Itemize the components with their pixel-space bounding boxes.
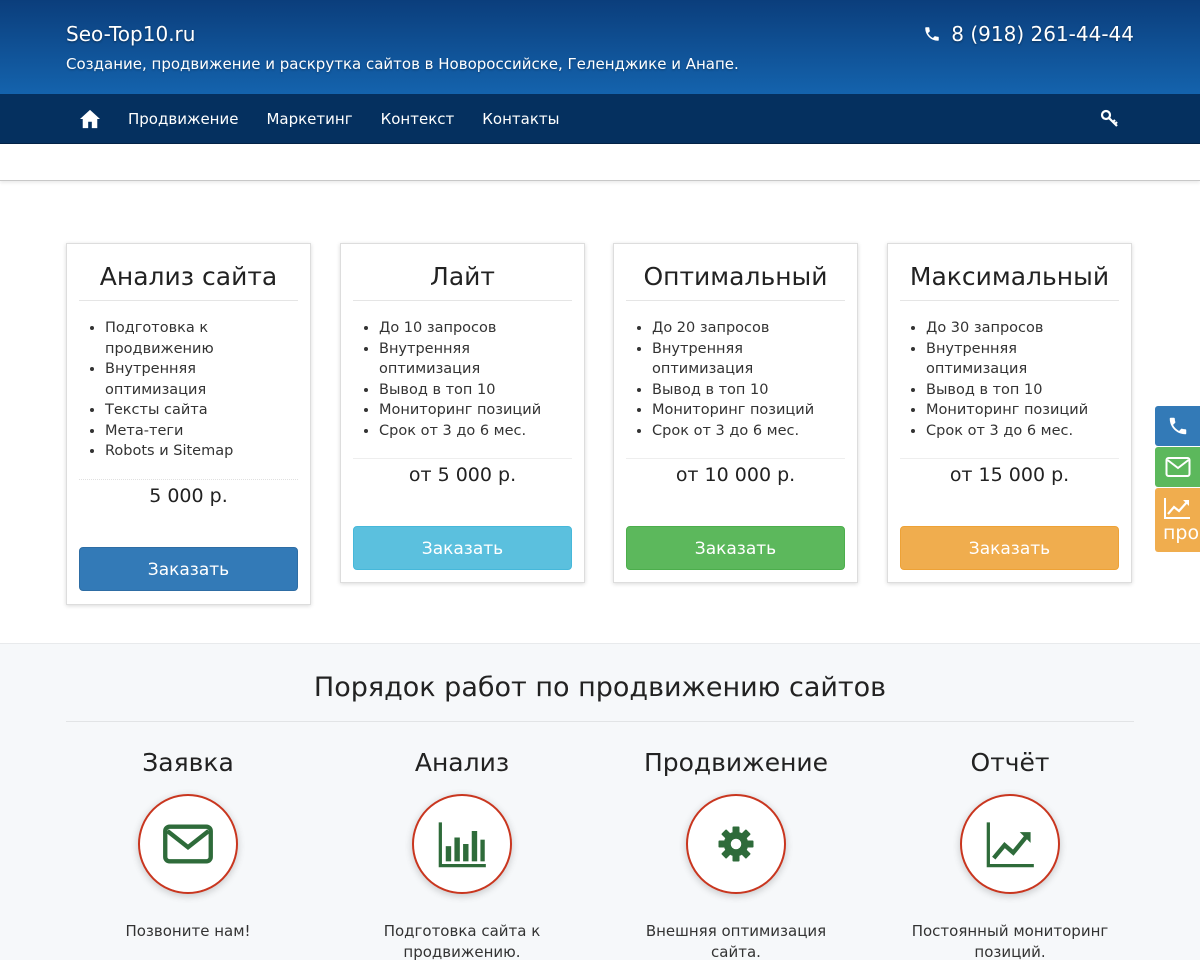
step-icon-circle	[412, 794, 512, 894]
list-item: Подготовка к продвижению	[105, 318, 298, 359]
plan-features: До 10 запросов Внутренняя оптимизация Вы…	[379, 318, 572, 441]
envelope-icon	[163, 824, 213, 864]
phone-icon	[925, 27, 940, 41]
plan-card-analysis: Анализ сайта Подготовка к продвижению Вн…	[66, 243, 311, 605]
step-title: Продвижение	[643, 748, 829, 777]
process-section: Порядок работ по продвижению сайтов Заяв…	[0, 643, 1200, 960]
step-analysis: Анализ Подготовка сайта к продвижению.	[332, 748, 592, 960]
plan-features: До 30 запросов Внутренняя оптимизация Вы…	[926, 318, 1119, 441]
list-item: Срок от 3 до 6 мес.	[926, 421, 1119, 442]
bar-chart-icon	[438, 822, 486, 868]
nav-item-context[interactable]: Контекст	[367, 94, 469, 144]
list-item: До 10 запросов	[379, 318, 572, 339]
step-promotion: Продвижение Внешняя оптимизация сайта.	[606, 748, 866, 960]
plan-card-lite: Лайт До 10 запросов Внутренняя оптимизац…	[340, 243, 585, 583]
promotion-widget[interactable]: продвижение	[1155, 488, 1200, 552]
plan-price: от 15 000 р.	[900, 458, 1119, 486]
plan-title: Оптимальный	[626, 244, 845, 301]
step-title: Заявка	[142, 748, 234, 777]
phone-number[interactable]: 8 (918) 261-44-44	[951, 22, 1134, 46]
list-item: Внутренняя оптимизация	[105, 359, 298, 400]
list-item: Мета-теги	[105, 421, 298, 442]
plan-price: от 5 000 р.	[353, 458, 572, 486]
plan-title: Максимальный	[900, 244, 1119, 301]
nav-item-contacts[interactable]: Контакты	[468, 94, 573, 144]
list-item: Срок от 3 до 6 мес.	[379, 421, 572, 442]
list-item: Тексты сайта	[105, 400, 298, 421]
step-text: Подготовка сайта к продвижению.	[383, 922, 541, 960]
plan-price: от 10 000 р.	[626, 458, 845, 486]
list-item: Мониторинг позиций	[652, 400, 845, 421]
step-request: Заявка Позвоните нам!	[58, 748, 318, 942]
line-chart-icon	[986, 822, 1034, 868]
list-item: Мониторинг позиций	[379, 400, 572, 421]
plan-features: Подготовка к продвижению Внутренняя опти…	[105, 318, 298, 462]
list-item: Срок от 3 до 6 мес.	[652, 421, 845, 442]
main-nav: Продвижение Маркетинг Контекст Контакты	[0, 94, 1200, 144]
step-title: Отчёт	[970, 748, 1050, 777]
site-tagline: Создание, продвижение и раскрутка сайтов…	[66, 55, 739, 73]
list-item: Внутренняя оптимизация	[926, 339, 1119, 380]
phone-icon	[1169, 417, 1186, 435]
step-text: Постоянный мониторинг позиций.	[911, 922, 1109, 960]
list-item: Вывод в топ 10	[379, 380, 572, 401]
step-text: Внешняя оптимизация сайта.	[645, 922, 827, 960]
sub-bar	[0, 144, 1200, 181]
side-widgets: продвижение	[1155, 406, 1200, 552]
plan-card-optimal: Оптимальный До 20 запросов Внутренняя оп…	[613, 243, 858, 583]
order-button[interactable]: Заказать	[353, 526, 572, 570]
step-report: Отчёт Постоянный мониторинг позиций.	[880, 748, 1140, 960]
step-title: Анализ	[414, 748, 510, 777]
list-item: Robots и Sitemap	[105, 441, 298, 462]
order-button[interactable]: Заказать	[900, 526, 1119, 570]
list-item: Внутренняя оптимизация	[379, 339, 572, 380]
nav-item-marketing[interactable]: Маркетинг	[252, 94, 366, 144]
pricing-cards: Анализ сайта Подготовка к продвижению Вн…	[66, 243, 1134, 605]
divider	[66, 721, 1134, 722]
step-text: Позвоните нам!	[125, 922, 251, 940]
list-item: Вывод в топ 10	[652, 380, 845, 401]
step-icon-circle	[686, 794, 786, 894]
plan-features: До 20 запросов Внутренняя оптимизация Вы…	[652, 318, 845, 441]
plan-card-maximal: Максимальный До 30 запросов Внутренняя о…	[887, 243, 1132, 583]
email-widget[interactable]	[1155, 447, 1200, 487]
home-link[interactable]	[66, 94, 114, 144]
order-button[interactable]: Заказать	[626, 526, 845, 570]
list-item: Мониторинг позиций	[926, 400, 1119, 421]
home-icon	[80, 109, 100, 128]
section-title: Порядок работ по продвижению сайтов	[313, 672, 887, 703]
nav-item-promotion[interactable]: Продвижение	[114, 94, 252, 144]
plan-price: 5 000 р.	[79, 478, 298, 507]
order-button[interactable]: Заказать	[79, 547, 298, 591]
list-item: До 30 запросов	[926, 318, 1119, 339]
promotion-widget-label: продвижение	[1163, 522, 1200, 544]
plan-title: Анализ сайта	[79, 244, 298, 301]
header-phone[interactable]: 8 (918) 261-44-44	[923, 22, 1134, 46]
list-item: Внутренняя оптимизация	[652, 339, 845, 380]
plan-title: Лайт	[353, 244, 572, 301]
line-chart-icon	[1164, 498, 1190, 519]
list-item: Вывод в топ 10	[926, 380, 1119, 401]
step-icon-circle	[138, 794, 238, 894]
callback-widget[interactable]	[1155, 406, 1200, 446]
envelope-icon	[1165, 457, 1190, 477]
step-icon-circle	[960, 794, 1060, 894]
list-item: До 20 запросов	[652, 318, 845, 339]
site-brand[interactable]: Seo-Top10.ru	[66, 22, 195, 46]
key-icon[interactable]	[1100, 109, 1120, 129]
gear-icon	[718, 826, 754, 862]
header: Seo-Top10.ru Создание, продвижение и рас…	[0, 0, 1200, 94]
